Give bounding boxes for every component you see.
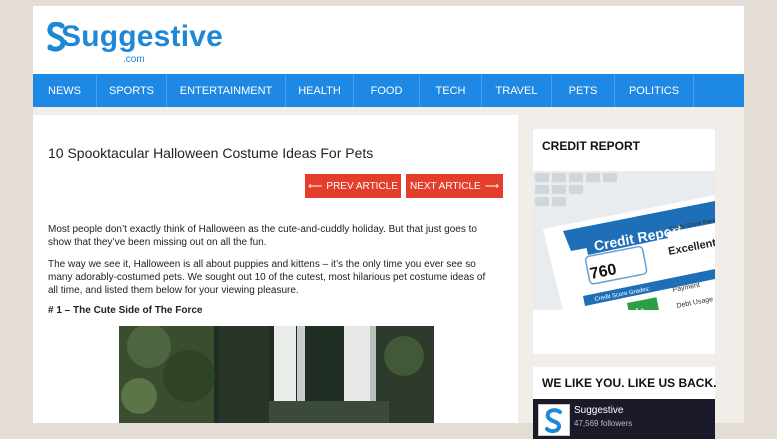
article-title: 10 Spooktacular Halloween Costume Ideas … (48, 145, 374, 161)
nav-item-travel[interactable]: TRAVEL (482, 74, 552, 107)
credit-report-graphic: Credit Report Credit Score Range 760 Exc… (533, 171, 715, 310)
next-article-label: NEXT ARTICLE (409, 180, 481, 192)
credit-report-title: CREDIT REPORT (542, 139, 641, 153)
sidebar: CREDIT REPORT Credit Report Credit Score… (519, 115, 744, 439)
social-widget: WE LIKE YOU. LIKE US BACK. Suggestive 47… (533, 367, 717, 439)
site-logo[interactable]: Suggestive .com (47, 20, 223, 66)
next-article-button[interactable]: NEXT ARTICLE ⟶ (406, 174, 503, 198)
nav-item-tech[interactable]: TECH (420, 74, 482, 107)
facebook-page-name[interactable]: Suggestive (574, 405, 623, 416)
article: 10 Spooktacular Halloween Costume Ideas … (33, 115, 518, 423)
article-photo[interactable] (119, 326, 434, 423)
nav-item-food[interactable]: FOOD (354, 74, 420, 107)
facebook-page-box[interactable]: Suggestive 47,569 followers (533, 399, 715, 439)
facebook-page-avatar[interactable] (538, 404, 570, 436)
prev-article-label: PREV ARTICLE (326, 180, 398, 192)
article-paragraph-2: The way we see it, Halloween is all abou… (48, 259, 486, 296)
nav-item-health[interactable]: HEALTH (286, 74, 354, 107)
page-container: Suggestive .com NEWS SPORTS ENTERTAINMEN… (33, 6, 744, 439)
main-nav: NEWS SPORTS ENTERTAINMENT HEALTH FOOD TE… (33, 74, 744, 107)
nav-item-pets[interactable]: PETS (552, 74, 615, 107)
nav-item-entertainment[interactable]: ENTERTAINMENT (167, 74, 286, 107)
facebook-followers-count: 47,569 followers (574, 419, 633, 428)
logo-subtext: .com (123, 54, 145, 65)
section-heading: # 1 – The Cute Side of The Force (48, 305, 203, 316)
logo-text: Suggestive (61, 20, 224, 53)
main-area: 10 Spooktacular Halloween Costume Ideas … (33, 107, 744, 439)
nav-item-politics[interactable]: POLITICS (615, 74, 694, 107)
nav-item-news[interactable]: NEWS (33, 74, 97, 107)
article-paragraph-1: Most people don’t exactly think of Hallo… (48, 224, 477, 248)
logo-mark-icon (545, 408, 562, 434)
header: Suggestive .com (33, 6, 744, 74)
credit-report-widget: CREDIT REPORT Credit Report Credit Score… (533, 129, 715, 354)
arrow-left-icon: ⟵ (308, 180, 323, 192)
photo-image (119, 326, 434, 423)
social-widget-title: WE LIKE YOU. LIKE US BACK. (542, 376, 717, 390)
prev-article-button[interactable]: ⟵ PREV ARTICLE (305, 174, 401, 198)
nav-item-sports[interactable]: SPORTS (97, 74, 167, 107)
credit-report-image[interactable]: Credit Report Credit Score Range 760 Exc… (533, 171, 715, 310)
arrow-right-icon: ⟶ (484, 180, 500, 192)
